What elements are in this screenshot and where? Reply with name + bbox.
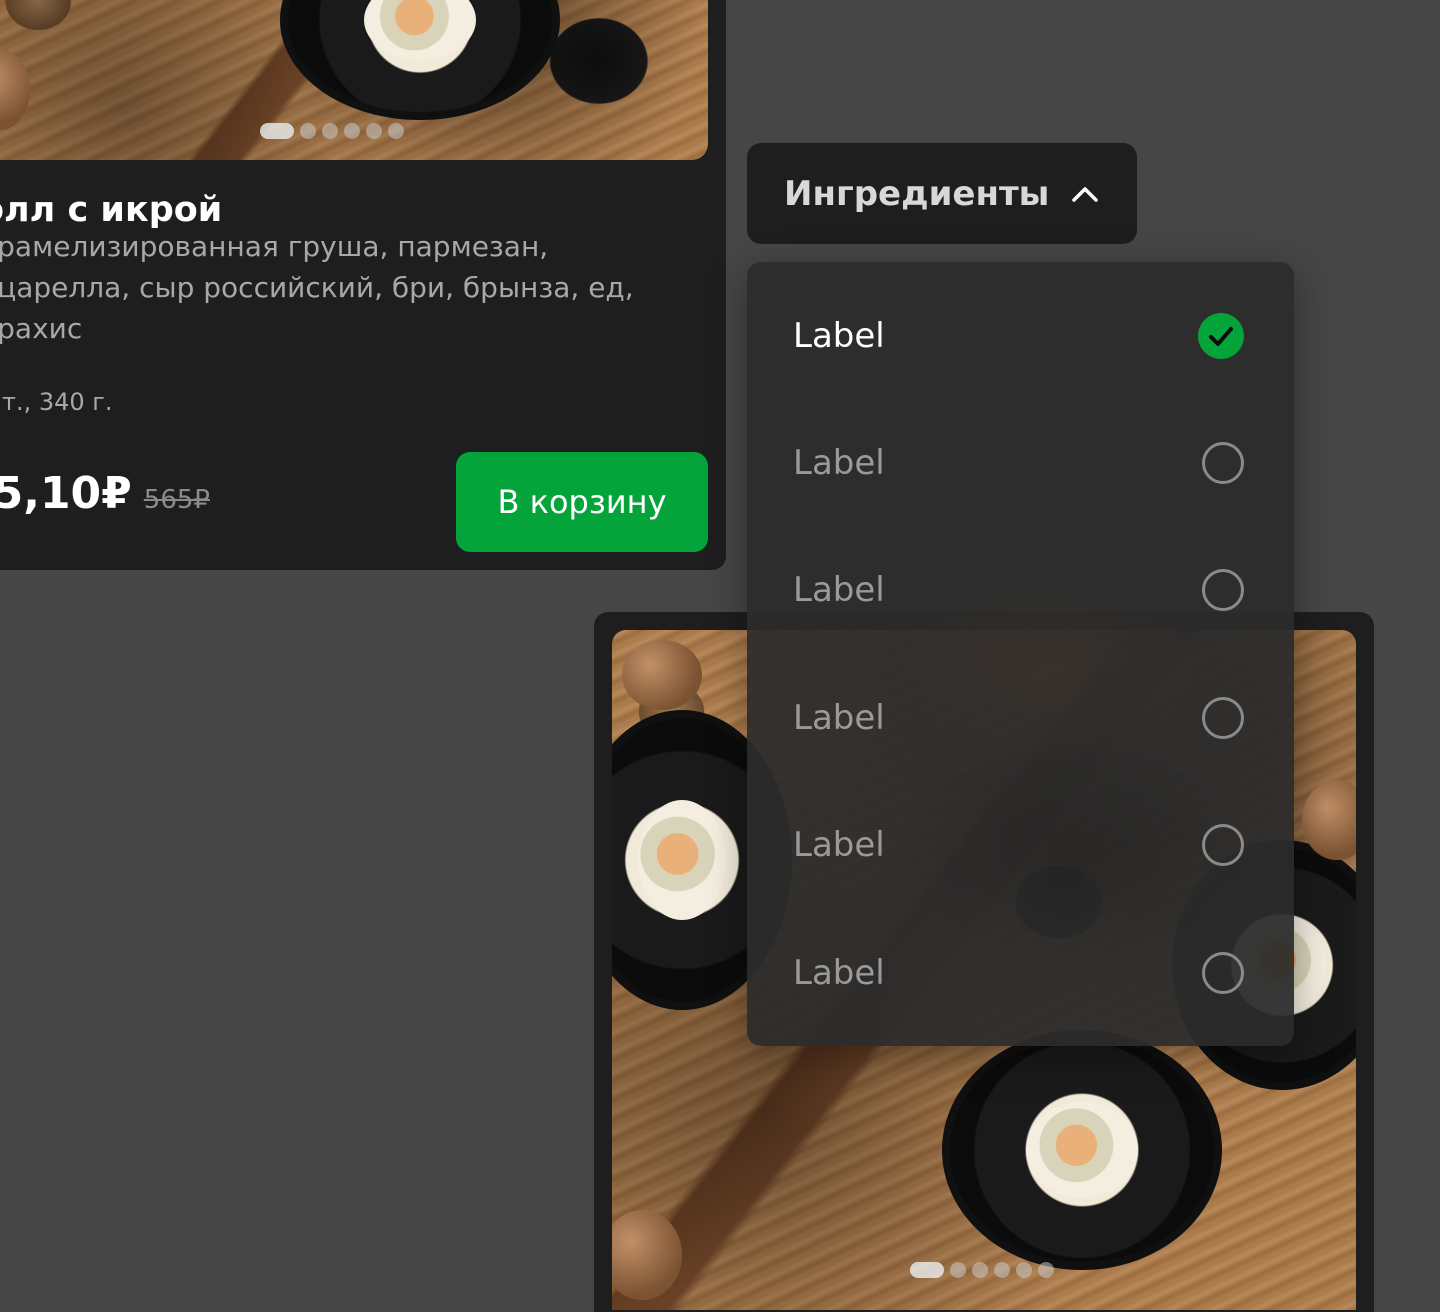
chevron-up-icon xyxy=(1072,186,1099,202)
radio-empty-icon xyxy=(1202,823,1244,866)
nut-image xyxy=(0,50,30,130)
gallery-dot[interactable] xyxy=(994,1262,1010,1278)
gallery-dot[interactable] xyxy=(366,123,382,139)
dropdown-option[interactable]: Label xyxy=(747,909,1294,1036)
product-title: олл с икрой xyxy=(0,190,223,230)
gallery-dot[interactable] xyxy=(1038,1262,1054,1278)
dropdown-option[interactable]: Label xyxy=(747,272,1294,399)
nut-image xyxy=(622,640,702,710)
dropdown-option[interactable]: Label xyxy=(747,526,1294,653)
option-label: Label xyxy=(793,442,885,483)
product-description: арамелизированная груша, пармезан, оцаре… xyxy=(0,230,634,345)
option-label: Label xyxy=(793,315,885,356)
add-to-cart-button[interactable]: В корзину xyxy=(456,452,708,552)
price-old: 565₽ xyxy=(143,485,210,515)
option-label: Label xyxy=(793,697,885,738)
option-label: Label xyxy=(793,952,885,993)
radio-empty-icon xyxy=(1202,441,1244,484)
filter-label: Ингредиенты xyxy=(784,173,1050,214)
gallery-dot[interactable] xyxy=(910,1262,944,1278)
gallery-dots-top xyxy=(260,123,404,139)
gallery-dot[interactable] xyxy=(1016,1262,1032,1278)
price-row: 35,10₽ 565₽ xyxy=(0,468,210,519)
radio-empty-icon xyxy=(1202,951,1244,994)
sushi-roll-image xyxy=(942,1030,1222,1270)
ingredients-filter-button[interactable]: Ингредиенты xyxy=(747,143,1137,244)
ingredients-dropdown: Label Label Label Label Label Label xyxy=(747,262,1294,1046)
product-photo xyxy=(0,0,708,160)
sushi-roll-image xyxy=(280,0,560,120)
gallery-dot[interactable] xyxy=(972,1262,988,1278)
radio-empty-icon xyxy=(1202,568,1244,611)
nut-image xyxy=(612,1210,682,1300)
dropdown-option[interactable]: Label xyxy=(747,399,1294,526)
gallery-dot[interactable] xyxy=(344,123,360,139)
gallery-dot[interactable] xyxy=(388,123,404,139)
gallery-dots-bottom xyxy=(910,1262,1054,1278)
gallery-dot[interactable] xyxy=(950,1262,966,1278)
product-weight: шт., 340 г. xyxy=(0,388,113,416)
radio-empty-icon xyxy=(1202,696,1244,739)
price-current: 35,10₽ xyxy=(0,468,132,519)
gallery-dot[interactable] xyxy=(322,123,338,139)
gallery-dot[interactable] xyxy=(300,123,316,139)
option-label: Label xyxy=(793,824,885,865)
dropdown-option[interactable]: Label xyxy=(747,654,1294,781)
gallery-dot[interactable] xyxy=(260,123,294,139)
product-card-top: олл с икрой арамелизированная груша, пар… xyxy=(0,0,726,570)
option-label: Label xyxy=(793,569,885,610)
dropdown-option[interactable]: Label xyxy=(747,781,1294,908)
check-circle-icon xyxy=(1198,312,1244,359)
